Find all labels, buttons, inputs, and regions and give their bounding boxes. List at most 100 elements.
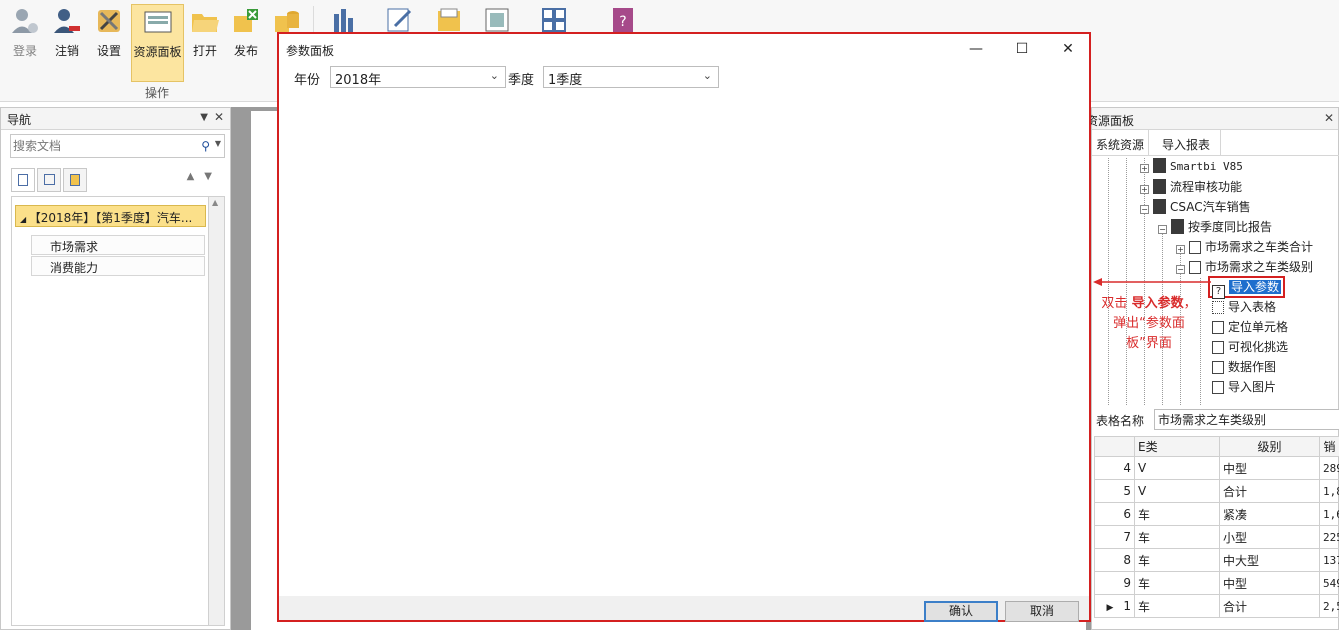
- collapse-icon[interactable]: −: [1176, 265, 1185, 274]
- row-number: 6: [1094, 502, 1135, 526]
- import-report-icon[interactable]: [435, 6, 465, 34]
- login-user-icon: [12, 9, 38, 33]
- tree-node-market-total[interactable]: + 市场需求之车类合计: [1176, 238, 1313, 258]
- tree-node-data-chart[interactable]: 数据作图: [1212, 358, 1276, 378]
- resource-panel: 资源面板 ✕ 系统资源 导入报表 + Smartbi V85 + 流程审核功能 − C…: [1086, 107, 1339, 630]
- table-cell[interactable]: 中型: [1219, 571, 1320, 595]
- logout-button[interactable]: 注销: [46, 4, 88, 82]
- tab-document-view[interactable]: [11, 168, 35, 192]
- tree-node-visual-select[interactable]: 可视化挑选: [1212, 338, 1288, 358]
- expand-icon[interactable]: +: [1176, 245, 1185, 254]
- table-cell[interactable]: V: [1134, 456, 1220, 480]
- tree-node-market-level[interactable]: − 市场需求之车类级别: [1176, 258, 1313, 278]
- table-name-field[interactable]: [1154, 409, 1339, 430]
- table-cell[interactable]: 小型: [1219, 525, 1320, 549]
- outline-item-consumption[interactable]: 消费能力: [31, 256, 205, 276]
- table-name-row: 表格名称: [1092, 408, 1339, 432]
- tab-outline-view[interactable]: [63, 168, 87, 192]
- table-cell[interactable]: 车: [1134, 571, 1220, 595]
- collapse-icon[interactable]: −: [1158, 225, 1167, 234]
- table-row[interactable]: 7车小型225: [1094, 525, 1339, 549]
- table-cell[interactable]: 紧凑: [1219, 502, 1320, 526]
- tree-node-import-image[interactable]: 导入图片: [1212, 378, 1276, 398]
- table-row[interactable]: ▶1车合计2,5: [1094, 594, 1339, 618]
- tab-system-resources[interactable]: 系统资源: [1092, 130, 1150, 156]
- annotation-note: 双击 导入参数， 弹出“参数面 板”界面: [1093, 294, 1205, 354]
- tree-node-smartbi[interactable]: + Smartbi V85: [1140, 158, 1243, 178]
- expand-icon[interactable]: +: [1140, 185, 1149, 194]
- annotation-line2: 弹出“参数面: [1113, 316, 1185, 331]
- table-cell[interactable]: 中型: [1219, 456, 1320, 480]
- outline-item-market-demand[interactable]: 市场需求: [31, 235, 205, 255]
- tree-node-import-param[interactable]: ? 导入参数: [1208, 276, 1286, 299]
- table-row[interactable]: 8车中大型137: [1094, 548, 1339, 572]
- nav-header: 导航 ▼ ✕: [1, 108, 230, 130]
- tree-node-csac[interactable]: − CSAC汽车销售: [1140, 198, 1251, 218]
- table-cell[interactable]: 1,6: [1319, 502, 1339, 526]
- minimize-button[interactable]: —: [953, 34, 999, 64]
- table-cell[interactable]: 中大型: [1219, 548, 1320, 572]
- confirm-button[interactable]: 确认: [924, 601, 998, 622]
- pin-dropdown-icon[interactable]: ▼: [200, 112, 208, 123]
- tree-node-label: 定位单元格: [1228, 320, 1289, 334]
- table-cell[interactable]: 289: [1319, 456, 1339, 480]
- resource-panel-icon: [144, 11, 171, 33]
- tab-thumbnail-view[interactable]: [37, 168, 61, 192]
- annotation-line3: 板”界面: [1126, 336, 1172, 351]
- chevron-down-icon: ⌄: [702, 69, 712, 82]
- search-input[interactable]: [13, 138, 188, 154]
- help-book-icon[interactable]: ?: [608, 6, 638, 34]
- maximize-button[interactable]: ☐: [999, 34, 1045, 64]
- season-select[interactable]: 1季度 ⌄: [543, 66, 719, 88]
- tab-imported-reports[interactable]: 导入报表: [1154, 130, 1222, 156]
- table-cell[interactable]: 137: [1319, 548, 1339, 572]
- close-icon[interactable]: ✕: [214, 110, 224, 124]
- year-select[interactable]: 2018年 ⌄: [330, 66, 506, 88]
- outline-root-item[interactable]: ◢ 【2018年】【第1季度】汽车...: [15, 205, 206, 227]
- table-cell[interactable]: 车: [1134, 594, 1220, 618]
- search-dropdown-icon[interactable]: ▼: [215, 139, 221, 148]
- collapse-icon[interactable]: −: [1140, 205, 1149, 214]
- table-cell[interactable]: 车: [1134, 502, 1220, 526]
- table-cell[interactable]: 1,8: [1319, 479, 1339, 503]
- open-button[interactable]: 打开: [185, 4, 225, 82]
- expand-icon[interactable]: +: [1140, 164, 1149, 173]
- table-row[interactable]: 6车紧凑1,6: [1094, 502, 1339, 526]
- settings-button[interactable]: 设置: [88, 4, 130, 82]
- layout-grid-icon[interactable]: [540, 6, 570, 34]
- tree-node-quarterly-report[interactable]: − 按季度同比报告: [1158, 218, 1272, 238]
- table-cell[interactable]: 225: [1319, 525, 1339, 549]
- close-button[interactable]: ✕: [1045, 34, 1091, 64]
- table-cell[interactable]: V: [1134, 479, 1220, 503]
- scroll-up-icon[interactable]: ▲: [212, 198, 218, 207]
- tree-node-locate-cell[interactable]: 定位单元格: [1212, 318, 1288, 338]
- tree-node-workflow[interactable]: + 流程审核功能: [1140, 178, 1242, 198]
- table-cell[interactable]: 549: [1319, 571, 1339, 595]
- outline-item-label: 消费能力: [50, 261, 99, 275]
- publish-button[interactable]: 发布: [226, 4, 266, 82]
- dialog-titlebar[interactable]: 参数面板 — ☐ ✕: [279, 34, 1089, 64]
- table-cell[interactable]: 2,5: [1319, 594, 1339, 618]
- table-cell[interactable]: 合计: [1219, 594, 1320, 618]
- grid-icon: [44, 174, 55, 185]
- table-cell[interactable]: 合计: [1219, 479, 1320, 503]
- nav-up-down-arrows[interactable]: ▲▼: [187, 171, 222, 182]
- dialog-footer: 确认 取消: [279, 596, 1089, 622]
- row-number: ▶ 1: [1094, 594, 1135, 618]
- tree-node-import-table[interactable]: 导入表格: [1212, 298, 1276, 318]
- edit-report-icon[interactable]: [385, 6, 415, 34]
- login-button[interactable]: 登录: [4, 4, 46, 82]
- close-icon[interactable]: ✕: [1324, 111, 1334, 125]
- template-icon[interactable]: [483, 6, 513, 34]
- table-cell[interactable]: 车: [1134, 525, 1220, 549]
- table-cell[interactable]: 车: [1134, 548, 1220, 572]
- nav-scrollbar[interactable]: ▲: [208, 196, 225, 626]
- chart-report-icon[interactable]: [330, 6, 360, 34]
- cancel-button[interactable]: 取消: [1005, 601, 1079, 622]
- annotation-bold: 导入参数: [1131, 296, 1184, 311]
- table-row[interactable]: 9车中型549: [1094, 571, 1339, 595]
- table-row[interactable]: 5V合计1,8: [1094, 479, 1339, 503]
- search-icon[interactable]: ⚲: [201, 139, 210, 153]
- table-row[interactable]: 4V中型289: [1094, 456, 1339, 480]
- resource-panel-button[interactable]: 资源面板: [131, 4, 184, 82]
